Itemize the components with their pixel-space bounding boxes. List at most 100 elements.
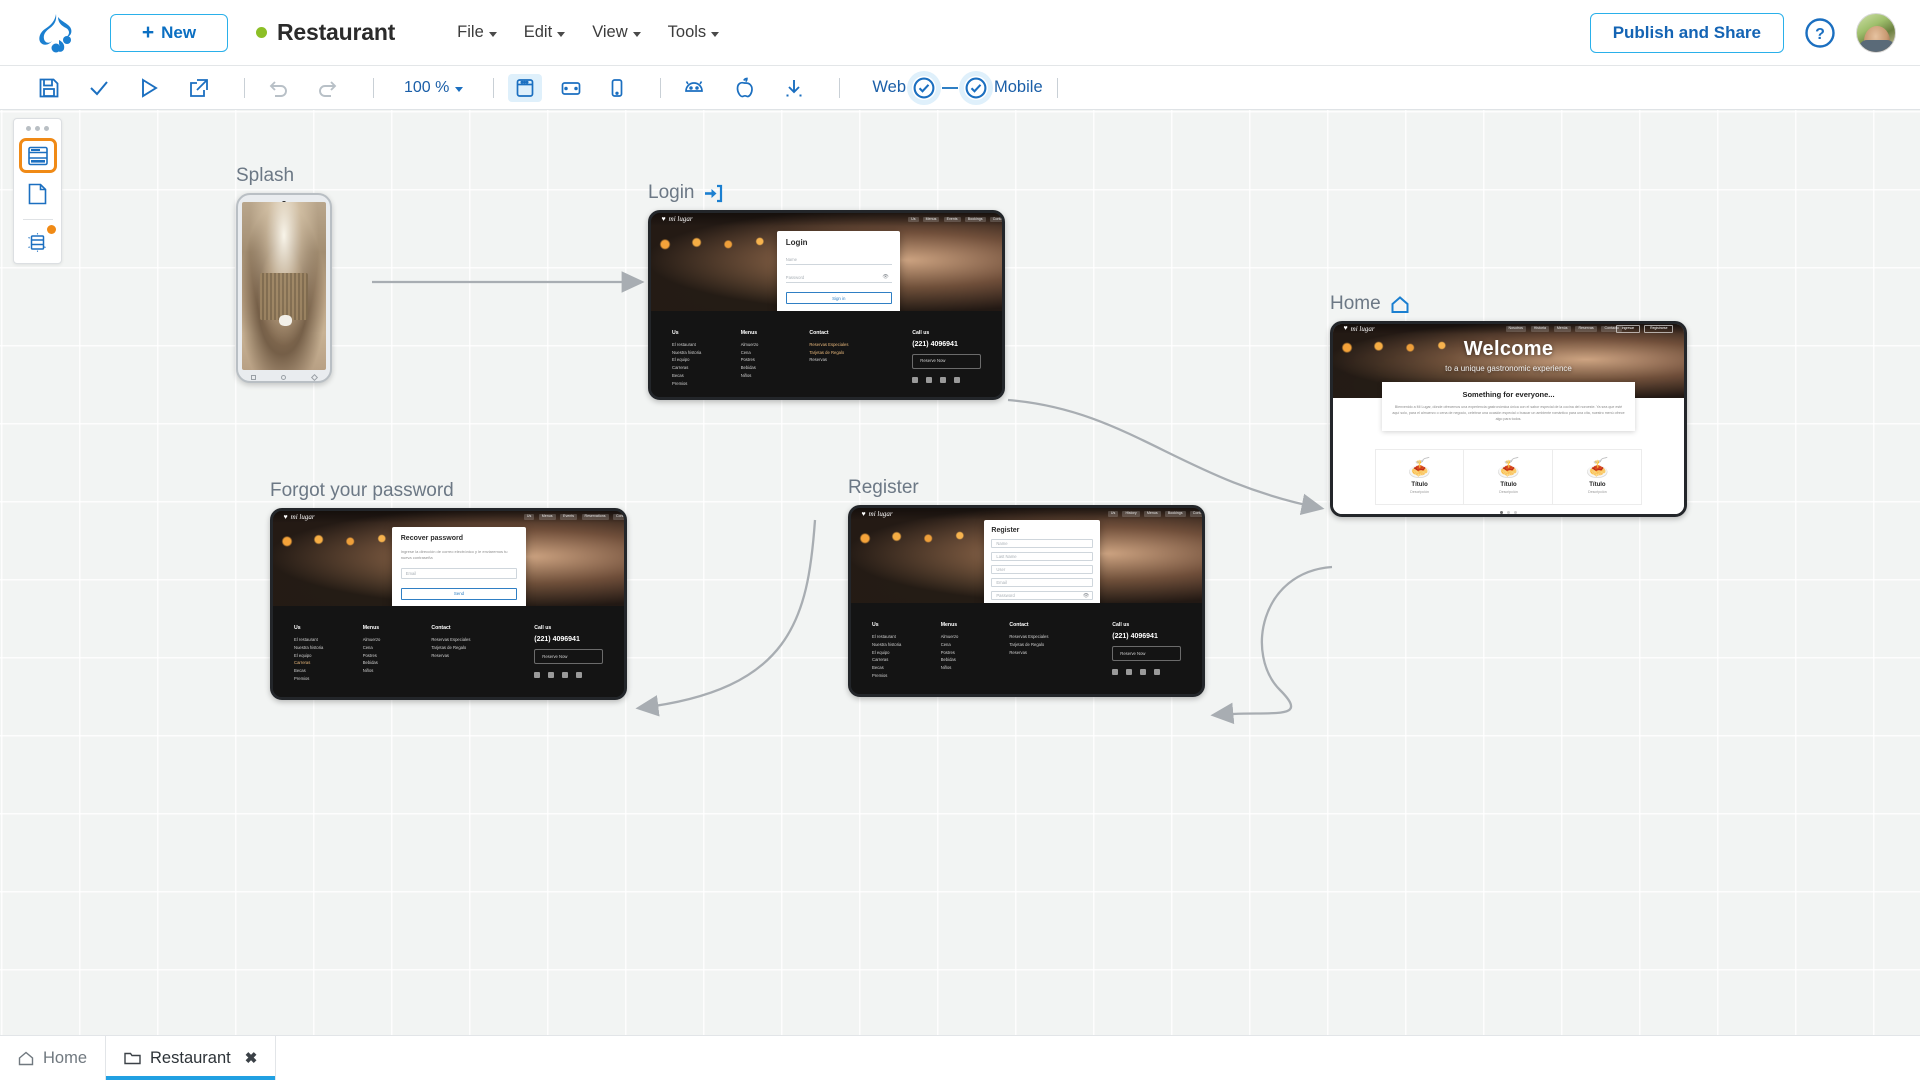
phone-view-icon[interactable] <box>600 74 634 102</box>
nav-link-reservations[interactable]: Reservations <box>581 514 609 520</box>
footer-contact-item[interactable]: Reservas Especiales <box>809 341 912 349</box>
nav-link-us[interactable]: Us <box>1107 511 1119 517</box>
footer-menus-item[interactable]: Bebidas <box>941 656 1010 664</box>
login-desktop-frame[interactable]: ♥ mi lugar Us Menus Events Bookings Cont… <box>648 210 1005 400</box>
facebook-icon[interactable] <box>926 376 933 383</box>
carousel-dot[interactable] <box>1514 511 1517 514</box>
footer-us-item[interactable]: Premios <box>294 675 363 683</box>
register-name-field[interactable]: Name <box>991 539 1094 549</box>
footer-us-item[interactable]: El equipo <box>872 649 941 657</box>
splash-phone-frame[interactable] <box>236 193 332 383</box>
linkedin-icon[interactable] <box>576 671 583 678</box>
register-nav-links[interactable]: Us History Menus Bookings Contact <box>1107 511 1202 517</box>
close-icon[interactable]: ✖ <box>245 1049 258 1067</box>
footer-menus-item[interactable]: Cena <box>741 349 810 357</box>
facebook-icon[interactable] <box>548 671 555 678</box>
avatar[interactable] <box>1856 12 1896 53</box>
undo-icon[interactable] <box>259 73 297 103</box>
footer-us-item[interactable]: Carreras <box>294 659 363 667</box>
download-icon[interactable] <box>775 73 813 103</box>
register-form-card[interactable]: Register Name Last Name User Email Passw… <box>984 520 1101 603</box>
bottom-tab-restaurant[interactable]: Restaurant ✖ <box>105 1036 277 1080</box>
register-email-field[interactable]: Email <box>991 578 1094 588</box>
footer-book-button[interactable]: Reserve Now <box>1112 646 1181 661</box>
share-export-icon[interactable] <box>180 73 218 103</box>
linkedin-icon[interactable] <box>954 376 961 383</box>
facebook-icon[interactable] <box>1126 668 1133 675</box>
twitter-icon[interactable] <box>534 671 541 678</box>
web-check-circle-icon[interactable] <box>912 75 937 100</box>
home-card[interactable]: 🍝 Título Descripción <box>1554 450 1641 504</box>
footer-menus-item[interactable]: Almuerzo <box>363 636 432 644</box>
footer-us-item[interactable]: Nuestra historia <box>672 349 741 357</box>
check-icon[interactable] <box>80 73 118 103</box>
footer-contact-item[interactable]: Tarjetas de Regalo <box>1009 641 1112 649</box>
sidebar-item-templates[interactable] <box>19 225 57 260</box>
login-nav-links[interactable]: Us Menus Events Bookings Contact <box>908 216 1002 223</box>
nav-link-menus[interactable]: Menus <box>538 514 556 520</box>
home-carousel-dots[interactable] <box>1333 511 1684 514</box>
footer-book-button[interactable]: Reserve Now <box>534 649 603 664</box>
nav-link-contact[interactable]: Contact <box>612 514 624 520</box>
home-card[interactable]: 🍝 Título Descripción <box>1376 450 1465 505</box>
footer-us-item[interactable]: El restaurant <box>294 636 363 644</box>
nav-link-events[interactable]: Events <box>560 514 578 520</box>
instagram-icon[interactable] <box>1140 668 1147 675</box>
forgot-desktop-frame[interactable]: ♥ mi lugar Us Menus Events Reservations … <box>270 508 627 700</box>
eye-icon[interactable]: 👁 <box>1083 593 1089 599</box>
menu-tools[interactable]: Tools <box>668 23 720 42</box>
new-button[interactable]: + New <box>110 13 228 52</box>
footer-us-item[interactable]: Becas <box>872 664 941 672</box>
nav-link-us[interactable]: Us <box>908 216 919 223</box>
footer-contact-item[interactable]: Reservas <box>1009 649 1112 657</box>
login-password-field[interactable]: Password 👁 <box>785 272 892 284</box>
footer-us-item[interactable]: Premios <box>672 380 741 388</box>
footer-us-item[interactable]: Carreras <box>672 364 741 372</box>
footer-book-button[interactable]: Reserve Now <box>912 353 981 369</box>
left-rail-panel[interactable] <box>13 118 62 264</box>
nav-link-menus[interactable]: Menús <box>1553 326 1571 332</box>
nav-link-bookings[interactable]: Bookings <box>964 216 986 223</box>
footer-us-item[interactable]: El restaurant <box>872 633 941 641</box>
nav-link-contact[interactable]: Contact <box>1189 511 1202 517</box>
canvas[interactable]: Splash Login ♥ mi lugar Us Menus Events … <box>0 110 1920 1035</box>
twitter-icon[interactable] <box>912 376 919 383</box>
home-nav-links[interactable]: Nosotros Historia Menús Reservas Contact… <box>1505 326 1622 332</box>
node-login[interactable]: Login ♥ mi lugar Us Menus Events Booking… <box>648 182 1005 400</box>
footer-us-item[interactable]: Carreras <box>872 656 941 664</box>
nav-link-reservas[interactable]: Reservas <box>1575 326 1597 332</box>
instagram-icon[interactable] <box>562 671 569 678</box>
footer-menus-item[interactable]: Cena <box>363 644 432 652</box>
footer-menus-item[interactable]: Postres <box>363 652 432 660</box>
register-password-field[interactable]: Password 👁 <box>991 591 1094 601</box>
footer-menus-item[interactable]: Niños <box>363 667 432 675</box>
footer-contact-item[interactable]: Reservas <box>809 356 912 364</box>
home-card[interactable]: 🍝 Título Descripción <box>1465 450 1553 505</box>
footer-menus-item[interactable]: Postres <box>941 649 1010 657</box>
nav-button-registrarse[interactable]: Registrarse <box>1644 324 1674 334</box>
footer-us-item[interactable]: Nuestra historia <box>294 644 363 652</box>
footer-us-item[interactable]: El equipo <box>294 652 363 660</box>
node-register[interactable]: Register ♥ mi lugar Us History Menus Boo… <box>848 477 1205 697</box>
footer-contact-item[interactable]: Reservas Especiales <box>431 636 534 644</box>
footer-us-item[interactable]: Becas <box>294 667 363 675</box>
footer-us-item[interactable]: Nuestra historia <box>872 641 941 649</box>
linkedin-icon[interactable] <box>1154 668 1161 675</box>
nav-button-ingresar[interactable]: Ingresar <box>1615 324 1641 334</box>
login-name-field[interactable]: Name <box>785 254 892 266</box>
save-icon[interactable] <box>30 73 68 103</box>
mobile-check-circle-icon[interactable] <box>964 75 989 100</box>
menu-file[interactable]: File <box>457 23 497 42</box>
footer-menus-item[interactable]: Almuerzo <box>941 633 1010 641</box>
justinmind-frog-logo[interactable] <box>30 11 84 55</box>
register-desktop-frame[interactable]: ♥ mi lugar Us History Menus Bookings Con… <box>848 505 1205 697</box>
login-signin-button[interactable]: Sign in <box>785 292 892 305</box>
zoom-control[interactable]: 100 % <box>404 79 464 97</box>
bottom-tab-home[interactable]: Home <box>0 1036 105 1080</box>
footer-menus-item[interactable]: Niños <box>941 664 1010 672</box>
android-icon[interactable] <box>675 73 713 103</box>
footer-contact-item[interactable]: Tarjetas de Regalo <box>809 349 912 357</box>
menu-view[interactable]: View <box>592 23 641 42</box>
nav-link-us[interactable]: Us <box>523 514 535 520</box>
footer-menus-item[interactable]: Niños <box>741 372 810 380</box>
